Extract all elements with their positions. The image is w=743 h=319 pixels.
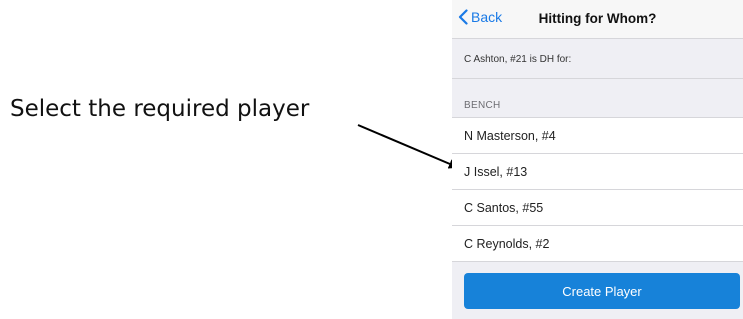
list-item-player[interactable]: N Masterson, #4: [452, 118, 743, 154]
list-item-player[interactable]: C Santos, #55: [452, 190, 743, 226]
list-item-player[interactable]: J Issel, #13: [452, 154, 743, 190]
phone-screen: Back Hitting for Whom? C Ashton, #21 is …: [452, 0, 743, 319]
player-name: J Issel, #13: [464, 165, 528, 179]
navigation-bar: Back Hitting for Whom?: [452, 0, 743, 39]
dh-context: C Ashton, #21 is DH for:: [452, 39, 743, 79]
player-name: C Santos, #55: [464, 201, 544, 215]
bench-player-list: N Masterson, #4 J Issel, #13 C Santos, #…: [452, 117, 743, 262]
create-player-button[interactable]: Create Player: [464, 273, 740, 309]
player-name: C Reynolds, #2: [464, 237, 550, 251]
page-title: Hitting for Whom?: [538, 11, 657, 26]
instruction-callout: Select the required player: [10, 96, 310, 122]
bench-section-header: BENCH: [464, 100, 501, 111]
list-item-player[interactable]: C Reynolds, #2: [452, 226, 743, 262]
dh-context-text: C Ashton, #21 is DH for:: [464, 54, 572, 65]
player-name: N Masterson, #4: [464, 129, 556, 143]
